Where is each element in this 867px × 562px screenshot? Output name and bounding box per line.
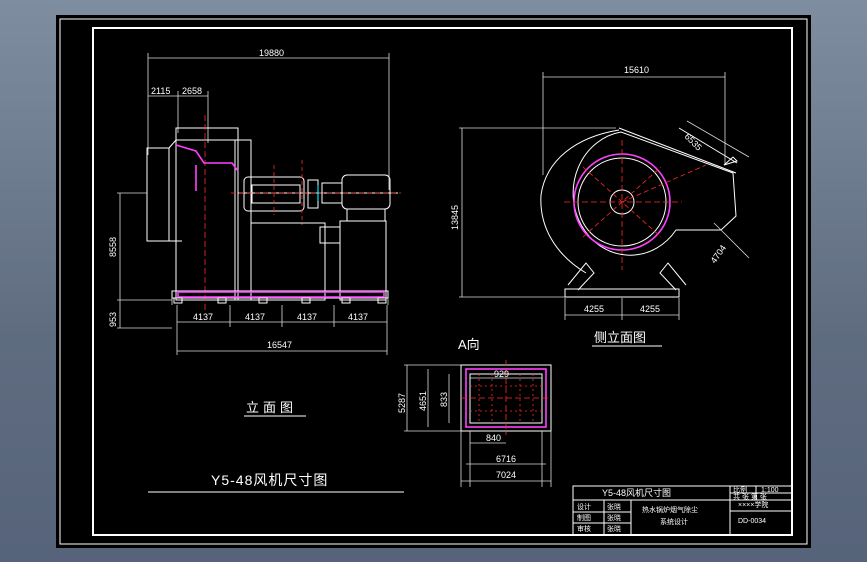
dim-side-radius-2: 4704 xyxy=(708,243,728,265)
dim-a-bottom-mid: 6716 xyxy=(496,454,516,464)
dim-a-outer-height: 5287 xyxy=(397,393,407,413)
dim-side-half-left: 4255 xyxy=(584,304,604,314)
title-block-school: ××××学院 xyxy=(738,500,768,509)
view-a-label: A向 xyxy=(458,337,480,352)
title-block-project-sub: 系统设计 xyxy=(660,517,688,526)
dim-front-inlet-offset: 2658 xyxy=(182,86,202,96)
drawing-sheet: 19880 2115 2658 8558 953 4137 4137 4137 … xyxy=(59,18,808,545)
front-elevation: 19880 2115 2658 8558 953 4137 4137 4137 … xyxy=(108,48,401,417)
inner-frame xyxy=(92,27,793,536)
title-block-value-1: 张晓 xyxy=(607,502,621,511)
dim-front-base-height: 953 xyxy=(108,312,118,327)
dim-a-inner-height: 833 xyxy=(439,392,449,407)
dim-side-half-right: 4255 xyxy=(640,304,660,314)
dim-a-bottom-inner: 840 xyxy=(486,433,501,443)
side-view-title: 侧立面图 xyxy=(594,330,646,345)
cad-viewport[interactable]: 19880 2115 2658 8558 953 4137 4137 4137 … xyxy=(56,15,811,548)
dim-side-radius-1: 6535 xyxy=(683,131,704,152)
dim-front-height: 8558 xyxy=(108,237,118,257)
dim-front-span-3: 4137 xyxy=(297,312,317,322)
side-elevation: 15610 13845 6535 4704 4255 4255 侧立面图 xyxy=(450,65,750,347)
dim-a-bottom-outer: 7024 xyxy=(496,470,516,480)
title-block-project: 热水锅炉烟气除尘 xyxy=(642,505,698,514)
view-a: A向 929 5287 4651 833 840 6716 7024 xyxy=(397,337,552,487)
dim-front-overall: 19880 xyxy=(259,48,284,58)
outer-frame xyxy=(59,18,808,545)
main-title: Y5-48风机尺寸图 xyxy=(211,472,328,488)
title-block-value-2: 张晓 xyxy=(607,513,621,522)
title-block-scale: 1:100 xyxy=(761,487,779,494)
title-block-value-3: 张晓 xyxy=(607,524,621,533)
title-block: Y5-48风机尺寸图 比例 1:100 共 张 第 张 热水锅炉烟气除尘 系统设… xyxy=(572,485,793,536)
title-block-sheet: 共 张 第 张 xyxy=(733,492,767,501)
title-block-scale-label: 比例 xyxy=(733,485,747,494)
title-block-name: Y5-48风机尺寸图 xyxy=(602,487,671,498)
dim-front-span-2: 4137 xyxy=(245,312,265,322)
dim-a-inner-width: 929 xyxy=(494,369,509,379)
dim-side-overall: 15610 xyxy=(624,65,649,75)
dim-a-mid-height: 4651 xyxy=(418,391,428,411)
front-view-title: 立面图 xyxy=(246,400,297,415)
title-block-dwg-no: DD-0034 xyxy=(738,518,766,525)
dim-front-left-offset: 2115 xyxy=(151,86,170,96)
title-block-row-3: 审核 xyxy=(577,524,591,533)
title-block-row-1: 设计 xyxy=(577,502,591,511)
dim-front-span-4: 4137 xyxy=(348,312,368,322)
title-block-row-2: 制图 xyxy=(577,513,591,522)
dim-side-height: 13845 xyxy=(450,205,460,230)
dim-front-base-length: 16547 xyxy=(267,340,292,350)
dim-front-span-1: 4137 xyxy=(193,312,213,322)
